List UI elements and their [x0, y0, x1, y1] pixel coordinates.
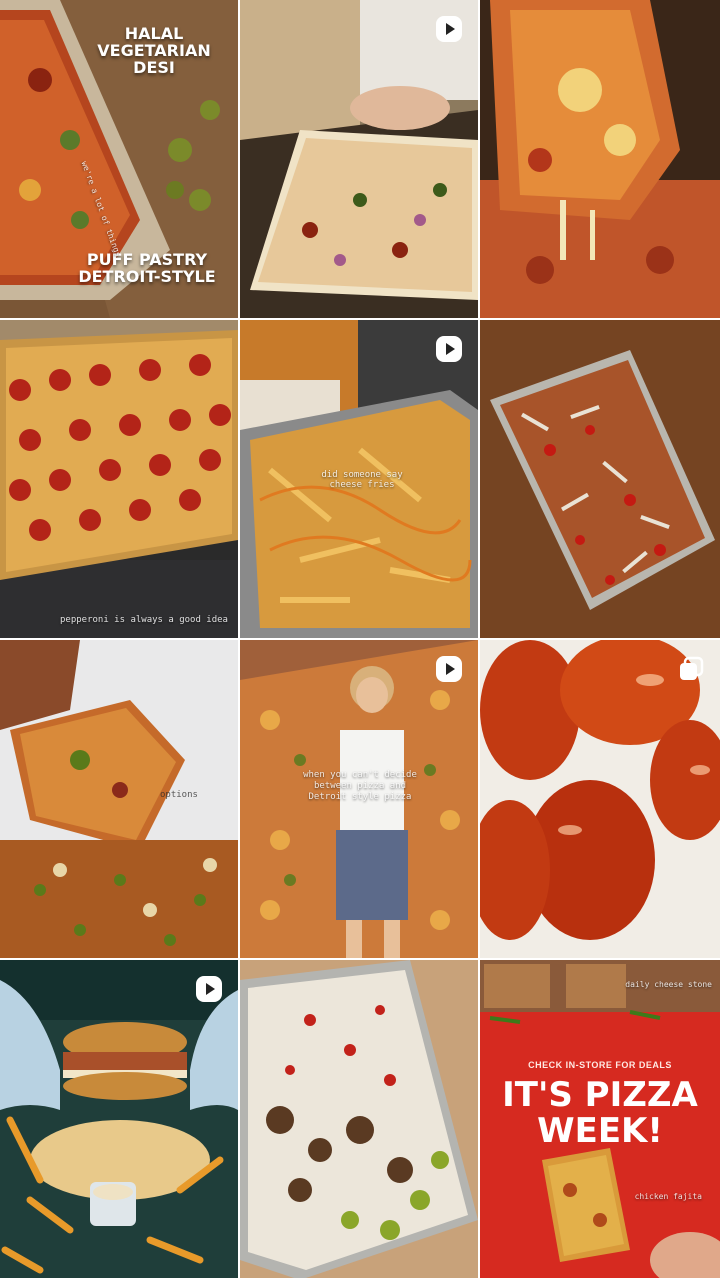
promo-side-caption: chicken fajita — [634, 1192, 702, 1201]
post-tile-3[interactable] — [480, 0, 720, 318]
post-tile-4[interactable]: pepperoni is always a good idea — [0, 320, 238, 638]
overlay-line-detroit-style: DETROIT-STYLE — [78, 266, 216, 286]
post-caption: did someone say cheese fries — [321, 470, 403, 490]
post-grid: HALAL VEGETARIAN DESI PUFF PASTRY DETROI… — [0, 0, 720, 1278]
overlay-line-desi: DESI — [133, 57, 175, 77]
post-tile-10[interactable] — [0, 960, 238, 1278]
reel-play-icon — [436, 336, 462, 362]
reel-badge — [434, 334, 464, 364]
reel-play-icon — [436, 656, 462, 682]
promo-heading: IT'S PIZZA WEEK! — [480, 1075, 720, 1151]
post-tile-7[interactable]: options — [0, 640, 238, 958]
post-tile-11[interactable] — [240, 960, 478, 1278]
carousel-badge — [676, 654, 706, 684]
post-tile-5[interactable]: did someone say cheese fries — [240, 320, 478, 638]
overlay-subheading: PUFF PASTRY DETROIT-STYLE — [60, 251, 234, 286]
reel-badge — [434, 14, 464, 44]
post-tile-2[interactable] — [240, 0, 478, 318]
pizza-slice-photo — [480, 0, 720, 318]
post-caption: pepperoni is always a good idea — [60, 615, 228, 625]
promo-heading-line-1: IT'S PIZZA — [502, 1075, 698, 1115]
overlay-heading: HALAL VEGETARIAN DESI — [80, 25, 228, 77]
promo-heading-line-2: WEEK! — [537, 1110, 663, 1151]
post-caption: when you can't decide between pizza and … — [303, 770, 417, 802]
reel-play-icon — [196, 976, 222, 1002]
promo-top-caption: daily cheese stone — [625, 980, 712, 989]
pizza-square-photo — [0, 640, 238, 958]
loaded-fries-tray-photo — [240, 960, 478, 1278]
post-tile-6[interactable] — [480, 320, 720, 638]
post-tile-8[interactable]: when you can't decide between pizza and … — [240, 640, 478, 958]
pizza-box-photo — [240, 0, 478, 318]
post-tile-12[interactable]: daily cheese stone CHECK IN-STORE FOR DE… — [480, 960, 720, 1278]
post-caption: options — [160, 790, 198, 800]
loaded-tray-photo — [480, 320, 720, 638]
reel-badge — [434, 654, 464, 684]
wings-photo — [480, 640, 720, 958]
post-tile-9[interactable] — [480, 640, 720, 958]
burger-photo — [0, 960, 238, 1278]
reel-play-icon — [436, 16, 462, 42]
carousel-icon — [680, 656, 704, 680]
reel-badge — [194, 974, 224, 1004]
pepperoni-pizza-photo — [0, 320, 238, 638]
promo-subheading: CHECK IN-STORE FOR DEALS — [528, 1060, 672, 1070]
post-tile-1[interactable]: HALAL VEGETARIAN DESI PUFF PASTRY DETROI… — [0, 0, 238, 318]
